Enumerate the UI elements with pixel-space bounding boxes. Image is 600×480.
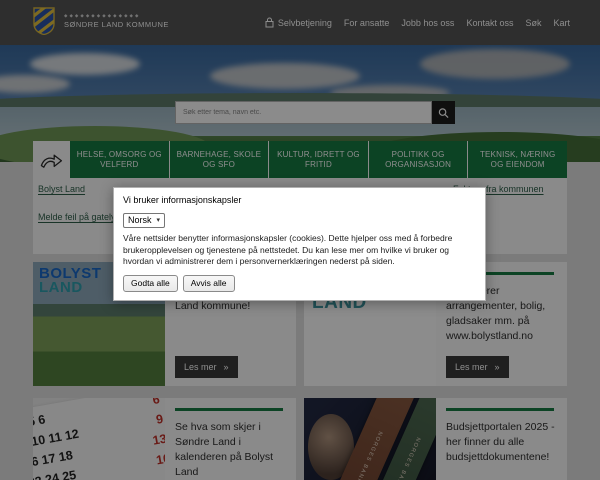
accept-all-button[interactable]: Godta alle (123, 274, 178, 292)
language-select[interactable]: Norsk ▾ (123, 212, 166, 228)
page: ◆◆◆◆◆◆◆◆◆◆◆◆◆◆ SØNDRE LAND KOMMUNE Selvb… (0, 0, 600, 480)
cookie-consent-dialog: Vi bruker informasjonskapsler Norsk ▾ Vå… (113, 187, 486, 301)
chevron-down-icon: ▾ (156, 217, 161, 224)
cookie-dialog-title: Vi bruker informasjonskapsler (123, 195, 242, 205)
cookie-dialog-body: Våre nettsider benytter informasjonskaps… (123, 233, 453, 266)
language-selected: Norsk (128, 215, 152, 225)
reject-all-button[interactable]: Avvis alle (182, 274, 235, 292)
cookie-dialog-buttons: Godta alle Avvis alle (123, 274, 476, 292)
